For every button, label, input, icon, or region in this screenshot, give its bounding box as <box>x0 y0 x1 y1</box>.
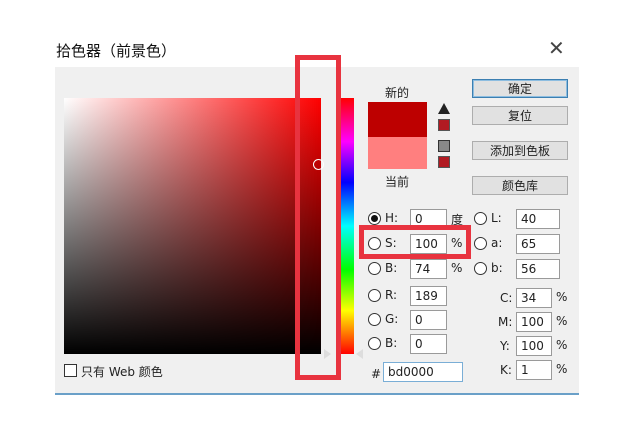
lab-l-input[interactable]: 40 <box>516 209 560 229</box>
blue-radio[interactable] <box>368 337 381 350</box>
current-color-label: 当前 <box>385 175 410 189</box>
green-label: G: <box>385 312 399 326</box>
new-color-label: 新的 <box>385 86 410 100</box>
red-label: R: <box>385 288 398 302</box>
highlight-box-saturation <box>359 225 471 259</box>
magenta-label: M: <box>498 315 513 329</box>
black-input[interactable]: 1 <box>516 360 552 380</box>
green-radio[interactable] <box>368 313 381 326</box>
lab-l-radio[interactable] <box>474 212 487 225</box>
close-icon[interactable]: ✕ <box>548 38 565 58</box>
hue-label: H: <box>385 211 399 225</box>
lab-a-label: a: <box>491 236 503 250</box>
lab-b-input[interactable]: 56 <box>516 259 560 279</box>
brightness-label: B: <box>385 261 398 275</box>
dialog-bottom-border <box>55 393 579 395</box>
yellow-label: Y: <box>500 339 510 353</box>
blue-input[interactable]: 0 <box>410 334 447 354</box>
lab-a-radio[interactable] <box>474 237 487 250</box>
ok-button[interactable]: 确定 <box>472 79 568 98</box>
magenta-input[interactable]: 100 <box>516 312 552 332</box>
cyan-label: C: <box>500 291 513 305</box>
color-field[interactable] <box>64 98 321 354</box>
hue-radio[interactable] <box>368 212 381 225</box>
cyan-unit: % <box>556 290 568 304</box>
add-to-swatches-button[interactable]: 添加到色板 <box>472 141 568 160</box>
new-color-swatch <box>368 102 427 137</box>
cube-icon <box>438 140 450 152</box>
magenta-unit: % <box>556 314 568 328</box>
hex-input[interactable]: bd0000 <box>383 362 463 382</box>
web-only-checkbox[interactable] <box>64 364 77 377</box>
reset-button[interactable]: 复位 <box>472 106 568 125</box>
red-radio[interactable] <box>368 289 381 302</box>
color-libraries-button[interactable]: 颜色库 <box>472 176 568 195</box>
yellow-input[interactable]: 100 <box>516 336 552 356</box>
warning-triangle-icon <box>438 103 450 114</box>
lab-b-label: b: <box>491 261 503 275</box>
hex-prefix: # <box>371 367 382 381</box>
hue-slider-right-handle[interactable] <box>356 349 363 359</box>
gamut-correction-chip[interactable] <box>438 119 450 131</box>
brightness-radio[interactable] <box>368 262 381 275</box>
web-only-label: 只有 Web 颜色 <box>81 365 163 379</box>
lab-a-input[interactable]: 65 <box>516 234 560 254</box>
highlight-box-hue-slider <box>295 55 341 380</box>
brightness-input[interactable]: 74 <box>410 259 447 279</box>
dialog-title: 拾色器（前景色） <box>56 42 177 60</box>
red-input[interactable]: 189 <box>410 286 447 306</box>
cyan-input[interactable]: 34 <box>516 288 552 308</box>
blue-label: B: <box>385 336 398 350</box>
web-safe-correction-chip[interactable] <box>438 156 450 168</box>
lab-b-radio[interactable] <box>474 262 487 275</box>
lab-l-label: L: <box>491 211 502 225</box>
brightness-unit: % <box>451 261 463 275</box>
green-input[interactable]: 0 <box>410 310 447 330</box>
black-label: K: <box>500 363 512 377</box>
black-unit: % <box>556 362 568 376</box>
current-color-swatch[interactable] <box>368 137 427 169</box>
yellow-unit: % <box>556 338 568 352</box>
